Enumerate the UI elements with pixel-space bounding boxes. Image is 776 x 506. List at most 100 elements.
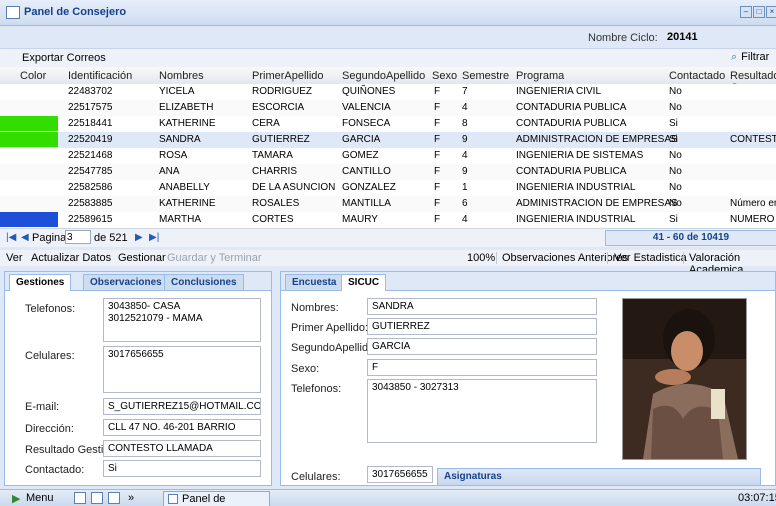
cell-sexo: F [434,214,441,225]
cellphones-field-right[interactable]: 3017656655 [367,466,433,483]
prev-page-icon[interactable]: ◀ [21,232,29,243]
minimize-button[interactable]: – [740,6,752,18]
menu-button[interactable]: Menu [26,492,54,504]
cell-ap2: MAURY [342,214,378,225]
subjects-header[interactable]: Asignaturas [437,468,761,486]
window-title: Panel de Consejero [24,6,127,18]
cell-prog: ADMINISTRACION DE EMPRESAS [516,198,678,209]
next-page-icon[interactable]: ▶ [135,232,143,243]
sex-field[interactable]: F [367,359,597,376]
table-row[interactable]: 22518441 KATHERINE CERA FONSECA F 8 CONTADURIA… [0,116,776,133]
cell-prog: INGENIERIA INDUSTRIAL [516,182,636,193]
col-primer-apellido[interactable]: PrimerApellido [252,70,324,82]
color-swatch [0,100,58,115]
color-swatch [0,196,58,211]
cellphones-field[interactable]: 3017656655 [103,346,261,393]
save-finish-button[interactable]: Guardar y Terminar [167,252,262,264]
color-swatch [0,212,58,227]
col-sexo[interactable]: Sexo [432,70,457,82]
table-row[interactable]: 22483702 YICELA RODRIGUEZ QUIÑONES F 7 INGENIE… [0,84,776,101]
col-identificacion[interactable]: Identificación [68,70,132,82]
address-field[interactable]: CLL 47 NO. 46-201 BARRIO ABAJO [103,419,261,436]
cell-id: 22521468 [68,150,113,161]
cell-sem: 8 [462,118,468,129]
cell-sexo: F [434,134,441,145]
cell-id: 22518441 [68,118,113,129]
cell-sem: 9 [462,166,468,177]
address-label: Dirección: [25,423,74,435]
table-row[interactable]: 22582586 ANABELLY DE LA ASUNCION GONZALEZ F 1… [0,180,776,197]
page-label: Pagina [32,232,67,244]
cell-ap1: CHARRIS [252,166,298,177]
gestiones-panel: Gestiones Observaciones Conclusiones Tel… [4,271,272,486]
last-page-icon[interactable]: ▶| [149,232,159,243]
table-row[interactable]: 22520419 SANDRA GUTIERREZ GARCIA F 9 ADMINISTR… [0,132,776,149]
name-field[interactable]: SANDRA [367,298,597,315]
cell-id: 22583885 [68,198,113,209]
ver-button[interactable]: Ver [6,252,23,264]
cell-cont: Si [669,214,678,225]
update-data-button[interactable]: Actualizar Datos [31,252,111,264]
cell-ap2: CANTILLO [342,166,391,177]
cell-nombres: SANDRA [159,134,201,145]
statistics-button[interactable]: Ver Estadistica [614,252,687,264]
previous-observations-button[interactable]: Observaciones Anteriores [502,252,628,264]
filter-label: Filtrar [741,51,770,63]
tab-gestiones[interactable]: Gestiones [9,274,72,291]
first-surname-field[interactable]: GUTIERREZ [367,318,597,335]
col-color[interactable]: Color [20,70,46,82]
result-field[interactable]: CONTESTO LLAMADA [103,440,261,457]
col-segundo-apellido[interactable]: SegundoApellido [342,70,425,82]
col-contactado[interactable]: Contactado [669,70,725,82]
cell-id: 22547785 [68,166,113,177]
contacted-field[interactable]: Si [103,460,261,477]
sicuc-panel: Encuesta SICUC Nombres: SANDRA Primer Ap… [280,271,776,486]
cell-sem: 6 [462,198,468,209]
second-surname-field[interactable]: GARCIA [367,338,597,355]
tab-encuesta[interactable]: Encuesta [285,274,344,290]
tab-sicuc[interactable]: SICUC [341,274,387,291]
first-page-icon[interactable]: |◀ [6,232,16,243]
taskbar-app-button[interactable]: Panel de Consejero [163,491,270,506]
cell-cont: No [669,182,682,193]
window-icon[interactable] [108,492,120,504]
title-bar: Panel de Consejero – □ × [0,0,776,26]
cell-ap2: MANTILLA [342,198,391,209]
student-photo [622,298,747,460]
cycle-bar: Nombre Ciclo: 20141 [0,26,776,49]
cell-sem: 1 [462,182,468,193]
col-nombres[interactable]: Nombres [159,70,204,82]
cell-cont: No [669,198,682,209]
window-icon[interactable] [74,492,86,504]
table-row[interactable]: 22547785 ANA CHARRIS CANTILLO F 9 CONTADURIA P… [0,164,776,181]
right-tabbar: Encuesta SICUC [281,272,775,291]
manage-button[interactable]: Gestionar [118,252,166,264]
grid-header: Color Identificación Nombres PrimerApell… [0,67,776,94]
window-icon[interactable] [91,492,103,504]
phones-field-right[interactable]: 3043850 - 3027313 [367,379,597,443]
phones-field[interactable]: 3043850- CASA 3012521079 - MAMA [103,298,261,342]
table-row[interactable]: 22589615 MARTHA CORTES MAURY F 4 INGENIERIA IN… [0,212,776,229]
col-programa[interactable]: Programa [516,70,564,82]
cell-id: 22517575 [68,102,113,113]
table-row[interactable]: 22517575 ELIZABETH ESCORCIA VALENCIA F 4 CONTA… [0,100,776,117]
maximize-button[interactable]: □ [753,6,765,18]
close-button[interactable]: × [766,6,776,18]
menu-icon[interactable]: ▶ [12,492,20,505]
tab-conclusiones[interactable]: Conclusiones [164,274,244,290]
phones-label-right: Telefonos: [291,383,342,395]
page-input[interactable] [65,230,91,244]
cell-cont: No [669,150,682,161]
tab-observaciones[interactable]: Observaciones [83,274,169,290]
filter-button[interactable]: ⌕ Filtrar [731,51,769,64]
cellphones-label-right: Celulares: [291,471,341,483]
cell-sem: 4 [462,214,468,225]
col-semestre[interactable]: Semestre [462,70,509,82]
table-row[interactable]: 22583885 KATHERINE ROSALES MANTILLA F 6 ADMINI… [0,196,776,213]
more-button[interactable]: » [128,492,134,504]
table-row[interactable]: 22521468 ROSA TAMARA GOMEZ F 4 INGENIERIA DE S… [0,148,776,165]
export-emails-button[interactable]: Exportar Correos [22,52,106,64]
cell-cont: No [669,166,682,177]
email-field[interactable]: S_GUTIERREZ15@HOTMAIL.COM [103,398,261,415]
cell-nombres: KATHERINE [159,118,216,129]
